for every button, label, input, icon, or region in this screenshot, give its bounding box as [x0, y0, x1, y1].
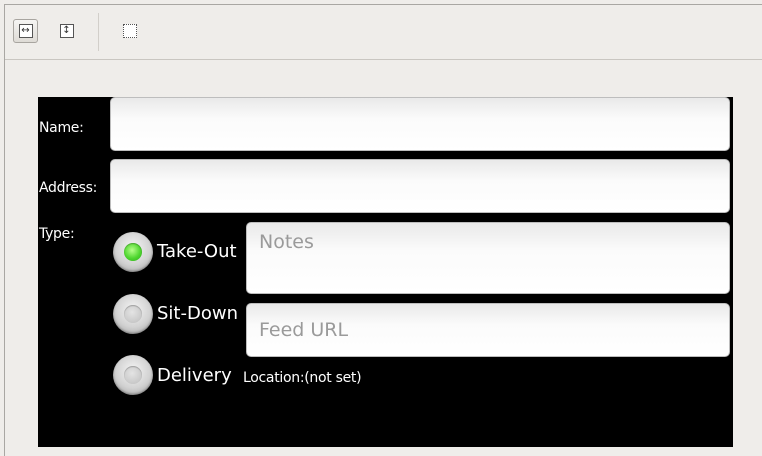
sit-down-label: Sit-Down	[157, 303, 238, 324]
radio-delivery-indicator	[124, 366, 142, 384]
fit-width-icon: ↔	[18, 24, 33, 38]
type-label: Type:	[39, 226, 75, 242]
location-value: (not set)	[304, 370, 362, 386]
feed-url-field[interactable]: Feed URL	[246, 303, 730, 357]
address-field[interactable]	[110, 159, 730, 213]
fit-height-icon: ↕	[59, 24, 74, 38]
layout-editor-window: ↔ ↕ Name: Address: Type: Take-Out Sit-Do…	[4, 4, 762, 456]
radio-delivery[interactable]	[113, 355, 153, 395]
toolbar-separator	[98, 13, 99, 51]
radio-take-out-indicator	[124, 243, 142, 261]
notes-field[interactable]: Notes	[246, 222, 730, 294]
toggle-margins-icon	[122, 24, 137, 38]
layout-toolbar: ↔ ↕	[5, 5, 762, 60]
address-label: Address:	[39, 180, 98, 196]
name-field[interactable]	[110, 97, 730, 151]
fit-width-button[interactable]: ↔	[13, 19, 38, 43]
radio-take-out[interactable]	[113, 232, 153, 272]
location-label: Location:	[243, 370, 305, 386]
device-preview-canvas: Name: Address: Type: Take-Out Sit-Down D…	[38, 97, 733, 447]
delivery-label: Delivery	[157, 365, 232, 386]
name-label: Name:	[39, 120, 84, 136]
radio-sit-down[interactable]	[113, 294, 153, 334]
location-text: Location:(not set)	[243, 370, 362, 386]
toggle-margins-button[interactable]	[117, 19, 142, 43]
take-out-label: Take-Out	[157, 241, 237, 262]
fit-height-button[interactable]: ↕	[54, 19, 79, 43]
radio-sit-down-indicator	[124, 305, 142, 323]
